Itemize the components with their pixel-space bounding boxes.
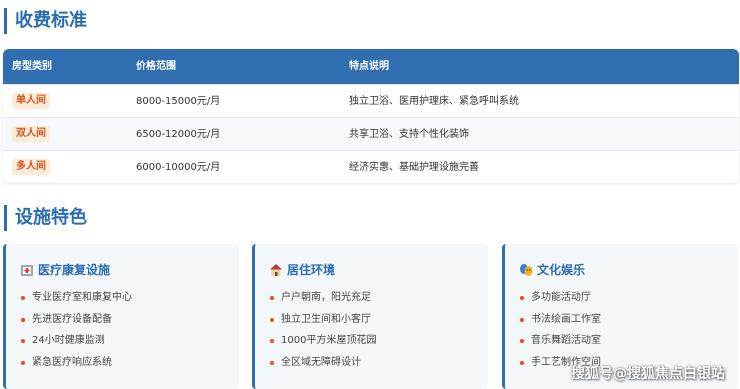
feature-list: 户户朝南，阳光充足 独立卫生间和小客厅 1000平方米屋顶花园 全区域无障碍设计 bbox=[269, 287, 376, 373]
table-row: 多人间 6000-10000元/月 经济实惠、基础护理设施完善 bbox=[3, 150, 739, 183]
list-item: 全区域无障碍设计 bbox=[269, 352, 376, 374]
header-price-range: 价格范围 bbox=[136, 61, 176, 72]
room-type-badge: 双人间 bbox=[12, 126, 50, 142]
fees-table: 房型类别 价格范围 特点说明 单人间 8000-15000元/月 独立卫浴、医用… bbox=[3, 49, 739, 183]
list-item: 音乐舞蹈活动室 bbox=[519, 330, 601, 352]
list-item: 书法绘画工作室 bbox=[519, 309, 601, 331]
watermark: 搜狐号@搜狐焦点白银站 bbox=[571, 366, 725, 382]
card-title: 居住环境 bbox=[287, 262, 336, 277]
table-row: 双人间 6500-12000元/月 共享卫浴、支持个性化装饰 bbox=[3, 117, 739, 150]
room-type-badge: 多人间 bbox=[12, 159, 50, 175]
description-cell: 经济实惠、基础护理设施完善 bbox=[349, 162, 479, 173]
list-item: 独立卫生间和小客厅 bbox=[269, 309, 376, 331]
room-type-badge: 单人间 bbox=[12, 93, 50, 109]
facilities-section-title: 设施特色 bbox=[4, 205, 87, 231]
card-title: 医疗康复设施 bbox=[38, 262, 111, 277]
feature-list: 专业医疗室和康复中心 先进医疗设备配备 24小时健康监测 紧急医疗响应系统 bbox=[20, 287, 132, 373]
feature-list: 多功能活动厅 书法绘画工作室 音乐舞蹈活动室 手工艺制作空间 bbox=[519, 287, 601, 373]
card-title: 文化娱乐 bbox=[537, 262, 586, 277]
price-cell: 6500-12000元/月 bbox=[136, 129, 221, 140]
house-icon bbox=[269, 262, 283, 276]
list-item: 紧急医疗响应系统 bbox=[20, 352, 132, 374]
list-item: 多功能活动厅 bbox=[519, 287, 601, 309]
list-item: 先进医疗设备配备 bbox=[20, 309, 132, 331]
hospital-icon bbox=[20, 262, 34, 276]
fees-section-title: 收费标准 bbox=[4, 8, 87, 34]
header-features: 特点说明 bbox=[349, 61, 389, 72]
list-item: 24小时健康监测 bbox=[20, 330, 132, 352]
table-row: 单人间 8000-15000元/月 独立卫浴、医用护理床、紧急呼叫系统 bbox=[3, 84, 739, 117]
facility-card-living: 居住环境 户户朝南，阳光充足 独立卫生间和小客厅 1000平方米屋顶花园 全区域… bbox=[252, 244, 488, 389]
list-item: 1000平方米屋顶花园 bbox=[269, 330, 376, 352]
list-item: 户户朝南，阳光充足 bbox=[269, 287, 376, 309]
table-header: 房型类别 价格范围 特点说明 bbox=[3, 49, 739, 84]
description-cell: 共享卫浴、支持个性化装饰 bbox=[349, 129, 469, 140]
header-room-type: 房型类别 bbox=[12, 61, 52, 72]
price-cell: 8000-15000元/月 bbox=[136, 96, 221, 107]
price-cell: 6000-10000元/月 bbox=[136, 162, 221, 173]
facility-card-medical: 医疗康复设施 专业医疗室和康复中心 先进医疗设备配备 24小时健康监测 紧急医疗… bbox=[3, 244, 239, 389]
list-item: 专业医疗室和康复中心 bbox=[20, 287, 132, 309]
description-cell: 独立卫浴、医用护理床、紧急呼叫系统 bbox=[349, 96, 519, 107]
theater-masks-icon bbox=[519, 262, 533, 276]
